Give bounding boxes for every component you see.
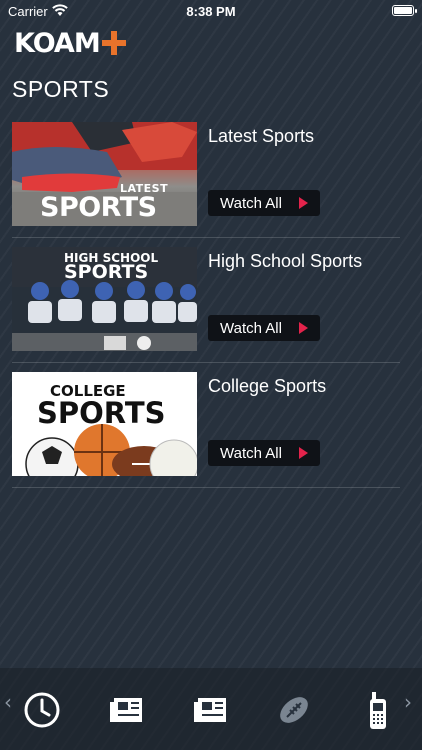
play-icon xyxy=(299,447,308,459)
feed-thumbnail[interactable]: LATEST SPORTS xyxy=(12,122,197,226)
feed-thumbnail[interactable]: COLLEGE SPORTS xyxy=(12,372,197,476)
clock-time: 8:38 PM xyxy=(186,4,236,19)
tab-latest[interactable] xyxy=(22,690,66,730)
feed-item[interactable]: LATEST SPORTS Latest Sports Watch All xyxy=(12,122,400,238)
feed-item[interactable]: HIGH SCHOOL SPORTS High School Sports Wa… xyxy=(12,247,400,363)
feed-item[interactable]: COLLEGE SPORTS College Sports Watch All xyxy=(12,372,400,488)
news-icon xyxy=(110,698,142,722)
phone-icon xyxy=(370,692,386,729)
thumb-label-large: SPORTS xyxy=(37,396,166,430)
tab-sports[interactable] xyxy=(274,690,318,730)
battery-icon xyxy=(392,5,417,16)
watch-all-button[interactable]: Watch All xyxy=(208,440,320,466)
plus-icon xyxy=(101,31,126,55)
play-icon xyxy=(299,197,308,209)
feed-title[interactable]: High School Sports xyxy=(208,251,362,272)
feed-title[interactable]: College Sports xyxy=(208,376,326,397)
watch-all-button[interactable]: Watch All xyxy=(208,315,320,341)
logo-text: KOAM xyxy=(14,27,101,59)
scroll-left-arrow[interactable]: ‹ xyxy=(4,690,12,714)
clock-icon xyxy=(24,692,60,728)
thumb-label-large: SPORTS xyxy=(64,261,149,283)
football-icon xyxy=(280,697,308,723)
status-bar: Carrier 8:38 PM xyxy=(0,0,422,22)
watch-all-label: Watch All xyxy=(220,195,282,212)
watch-all-button[interactable]: Watch All xyxy=(208,190,320,216)
page-title: SPORTS xyxy=(12,76,110,102)
tab-news[interactable] xyxy=(106,690,150,730)
feed-thumbnail[interactable]: HIGH SCHOOL SPORTS xyxy=(12,247,197,351)
play-icon xyxy=(299,322,308,334)
news-icon xyxy=(194,698,226,722)
app-logo: KOAM xyxy=(14,27,126,59)
feed-title[interactable]: Latest Sports xyxy=(208,126,314,147)
tab-contact[interactable] xyxy=(358,690,402,730)
bottom-tab-bar: ‹ › xyxy=(0,668,422,750)
thumb-label-large: SPORTS xyxy=(40,192,157,223)
tab-news-2[interactable] xyxy=(190,690,234,730)
scroll-right-arrow[interactable]: › xyxy=(404,690,412,714)
watch-all-label: Watch All xyxy=(220,320,282,337)
watch-all-label: Watch All xyxy=(220,445,282,462)
